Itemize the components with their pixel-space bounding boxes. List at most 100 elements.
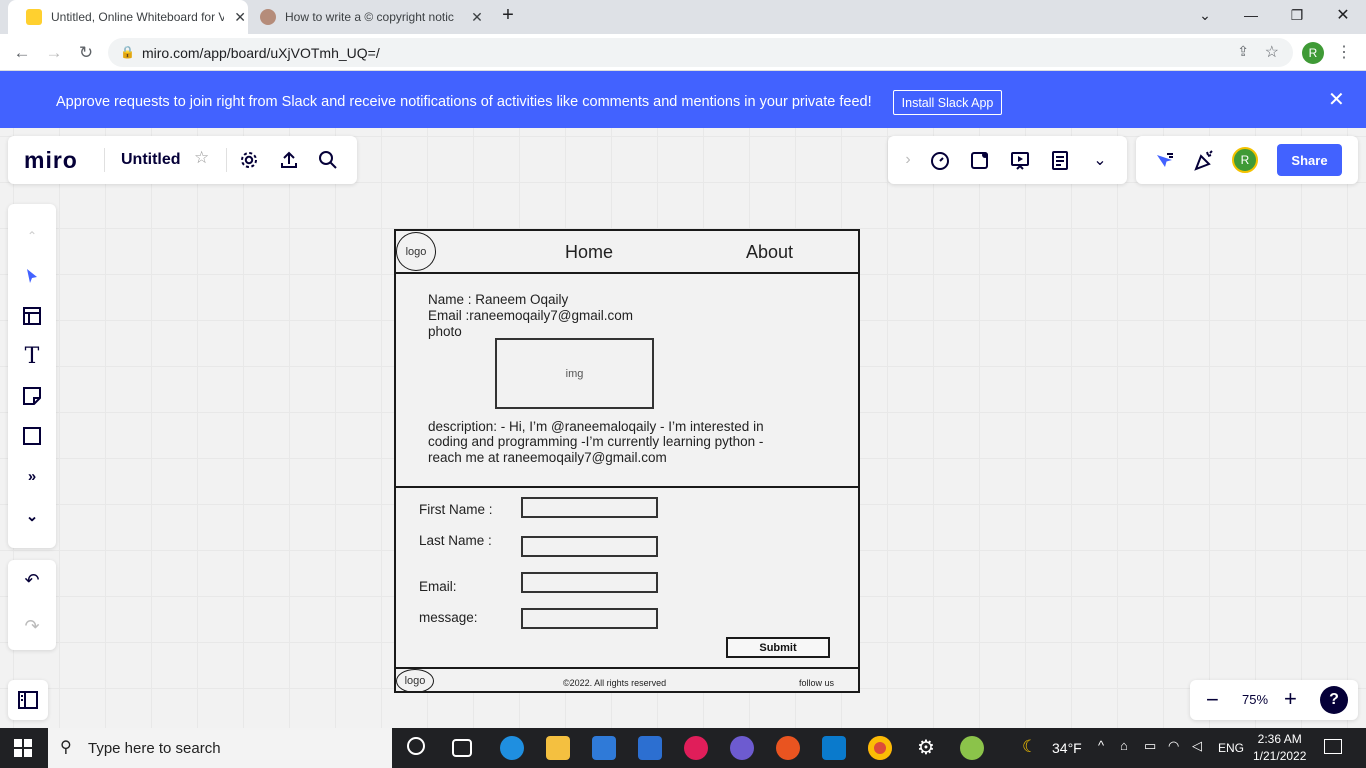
user-avatar[interactable]: R: [1232, 147, 1258, 173]
paint-icon[interactable]: [960, 736, 984, 760]
section-divider: [396, 486, 858, 488]
restore-button[interactable]: ❐: [1274, 0, 1320, 30]
ubuntu-icon[interactable]: [776, 736, 800, 760]
celebrate-icon[interactable]: [1192, 148, 1216, 172]
last-name-label: Last Name :: [419, 533, 492, 548]
nav-home[interactable]: Home: [565, 243, 613, 261]
description-line: coding and programming -I’m currently le…: [428, 434, 764, 449]
footer-follow-us[interactable]: follow us: [799, 675, 834, 691]
sticky-note-icon[interactable]: [20, 384, 44, 408]
share-button[interactable]: Share: [1277, 144, 1342, 176]
more-chevron-down-icon[interactable]: ⌄: [1088, 148, 1112, 172]
windows-start-icon[interactable]: [14, 739, 32, 757]
close-tab-icon[interactable]: ✕: [469, 9, 485, 26]
tab-miro[interactable]: Untitled, Online Whiteboard for V ✕: [8, 0, 248, 34]
minimize-button[interactable]: —: [1228, 0, 1274, 30]
cortana-icon[interactable]: [407, 737, 425, 755]
reload-icon[interactable]: ↻: [72, 39, 100, 67]
tray-up-icon[interactable]: ^: [1098, 738, 1104, 753]
chevron-right-icon[interactable]: ›: [896, 148, 920, 172]
more-tools-icon[interactable]: »: [20, 464, 44, 488]
redo-icon[interactable]: ↷: [20, 614, 44, 638]
system-clock[interactable]: 2:36 AM 1/21/2022: [1253, 731, 1306, 765]
settings-gear-icon[interactable]: [237, 148, 261, 172]
notifications-icon[interactable]: [1324, 739, 1342, 754]
sidebar-toggle-icon: [18, 691, 38, 709]
wireframe-frame[interactable]: logo Home About Name : Raneem Oqaily Ema…: [394, 229, 860, 693]
clock-time: 2:36 AM: [1257, 732, 1302, 746]
volume-icon[interactable]: ◁: [1192, 738, 1202, 754]
cursor-icon[interactable]: [1152, 148, 1176, 172]
tab-copyright[interactable]: How to write a © copyright notic ✕: [242, 0, 487, 34]
select-cursor-icon[interactable]: [20, 264, 44, 288]
image-placeholder-label: img: [565, 367, 584, 380]
discord-icon[interactable]: [730, 736, 754, 760]
wifi-icon[interactable]: ◠: [1168, 738, 1179, 754]
microsoft-store-icon[interactable]: [592, 736, 616, 760]
miro-logo[interactable]: miro: [24, 147, 78, 174]
presentation-icon[interactable]: [1008, 148, 1032, 172]
close-banner-icon[interactable]: ✕: [1328, 87, 1345, 112]
profile-name: Name : Raneem Oqaily: [428, 292, 569, 307]
forward-icon[interactable]: →: [40, 39, 68, 67]
star-icon[interactable]: ☆: [194, 148, 209, 168]
search-icon: ⚲: [60, 739, 72, 756]
new-tab-button[interactable]: +: [492, 0, 524, 30]
zoom-out-icon[interactable]: −: [1206, 687, 1219, 713]
zoom-in-icon[interactable]: +: [1284, 686, 1297, 712]
description-line: reach me at raneemoqaily7@gmail.com: [428, 450, 667, 465]
expand-down-icon[interactable]: ⌄: [20, 504, 44, 528]
file-explorer-icon[interactable]: [546, 736, 570, 760]
email-field[interactable]: [521, 572, 658, 593]
board-header-panel: miro Untitled ☆: [8, 136, 357, 184]
menu-kebab-icon[interactable]: ⋮: [1336, 42, 1352, 62]
timer-icon[interactable]: [928, 148, 952, 172]
slack-icon[interactable]: [684, 736, 708, 760]
voting-icon[interactable]: [968, 148, 992, 172]
notes-icon[interactable]: [1048, 148, 1072, 172]
share-page-icon[interactable]: ⇪: [1237, 43, 1249, 60]
header-logo[interactable]: logo: [396, 232, 436, 271]
bookmark-star-icon[interactable]: ☆: [1265, 42, 1279, 62]
settings-gear-icon[interactable]: ⚙: [914, 736, 938, 760]
profile-avatar[interactable]: R: [1302, 42, 1324, 64]
weather-temp[interactable]: 34°F: [1052, 740, 1082, 756]
templates-icon[interactable]: [20, 304, 44, 328]
task-view-icon[interactable]: [452, 739, 472, 757]
zoom-level[interactable]: 75%: [1242, 692, 1268, 707]
vscode-icon[interactable]: [822, 736, 846, 760]
footer-logo[interactable]: logo: [396, 669, 434, 693]
help-icon[interactable]: ?: [1320, 686, 1348, 714]
last-name-field[interactable]: [521, 536, 658, 557]
collapse-up-icon[interactable]: ⌃: [20, 224, 44, 248]
install-slack-app-button[interactable]: Install Slack App: [893, 90, 1002, 115]
network-icon[interactable]: ⌂: [1120, 738, 1128, 753]
banner-text: Approve requests to join right from Slac…: [56, 94, 872, 110]
battery-icon[interactable]: ▭: [1144, 738, 1156, 754]
tools-sidebar: ⌃ T » ⌄: [8, 204, 56, 548]
search-placeholder: Type here to search: [88, 740, 221, 757]
tab-search-icon[interactable]: ⌄: [1182, 0, 1228, 30]
page-favicon-icon: [260, 9, 276, 25]
back-icon[interactable]: ←: [8, 39, 36, 67]
undo-icon[interactable]: ↶: [20, 568, 44, 592]
address-bar[interactable]: 🔒 miro.com/app/board/uXjVOTmh_UQ=/ ⇪ ☆: [108, 38, 1293, 67]
close-window-button[interactable]: ✕: [1320, 0, 1366, 30]
mail-icon[interactable]: [638, 736, 662, 760]
first-name-field[interactable]: [521, 497, 658, 518]
board-panel-toggle[interactable]: [8, 680, 48, 720]
edge-browser-icon[interactable]: [500, 736, 524, 760]
search-icon[interactable]: [316, 148, 340, 172]
text-tool-icon[interactable]: T: [20, 344, 44, 369]
shape-rectangle-icon[interactable]: [20, 424, 44, 448]
language-indicator[interactable]: ENG: [1218, 741, 1244, 755]
message-field[interactable]: [521, 608, 658, 629]
nav-about[interactable]: About: [746, 243, 793, 261]
browser-tab-strip: Untitled, Online Whiteboard for V ✕ How …: [0, 0, 1366, 34]
taskbar-search-input[interactable]: ⚲ Type here to search: [48, 728, 392, 768]
board-title[interactable]: Untitled: [121, 151, 181, 169]
submit-button[interactable]: Submit: [726, 637, 830, 658]
chrome-icon[interactable]: [868, 736, 892, 760]
weather-moon-icon[interactable]: ☾: [1022, 737, 1037, 757]
export-upload-icon[interactable]: [277, 148, 301, 172]
